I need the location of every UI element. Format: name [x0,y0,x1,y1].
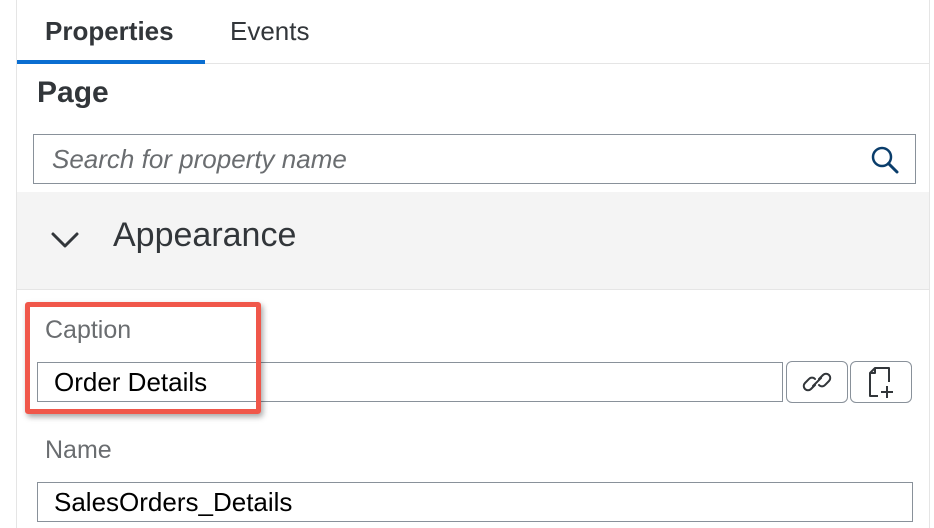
page-title: Page [37,76,109,109]
tab-bar: Properties Events [17,0,929,64]
tab-properties-label: Properties [45,16,174,46]
tab-events[interactable]: Events [230,0,310,64]
section-label: Appearance [113,216,297,254]
search-input[interactable] [34,135,854,183]
new-document-icon [869,367,893,398]
caption-label: Caption [45,316,132,344]
new-document-button[interactable] [850,361,912,403]
chevron-down-icon[interactable] [49,228,81,252]
active-tab-indicator [17,60,205,64]
name-input[interactable]: SalesOrders_Details [37,482,913,522]
properties-panel: Properties Events Page Appearance Captio… [16,0,930,528]
link-icon [802,372,832,392]
tab-properties[interactable]: Properties [45,0,174,64]
name-label: Name [45,436,112,464]
search-icon[interactable] [869,144,901,176]
search-box [33,134,916,184]
caption-input[interactable]: Order Details [37,362,783,402]
bind-link-button[interactable] [786,361,848,403]
appearance-section-header[interactable]: Appearance [17,192,929,290]
tab-events-label: Events [230,16,310,46]
